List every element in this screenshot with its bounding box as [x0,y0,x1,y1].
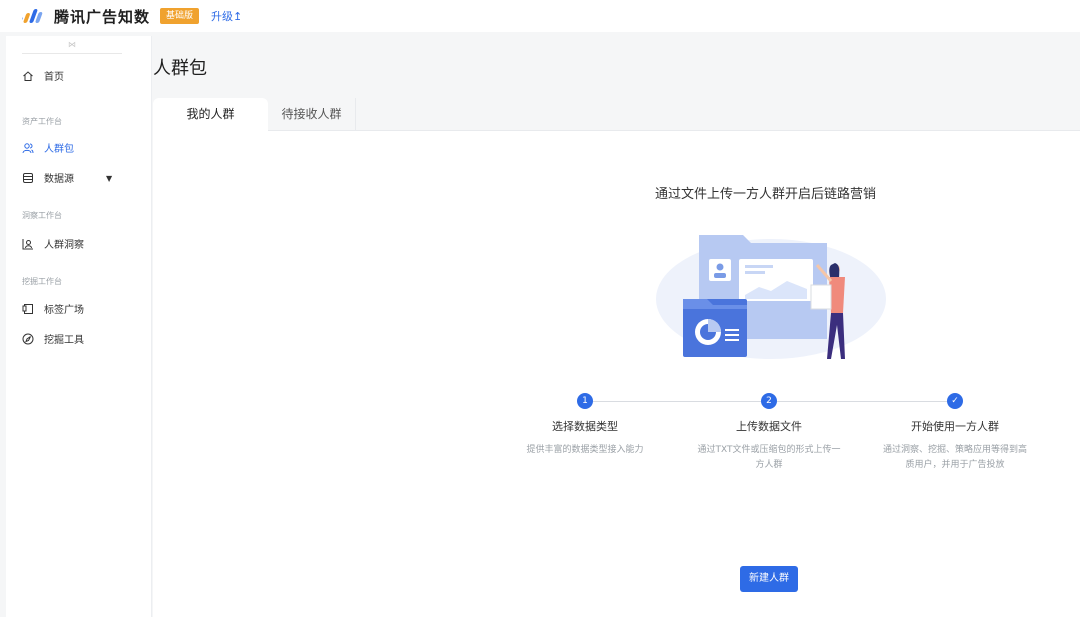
page-title: 人群包 [153,54,207,80]
step-connector [777,401,947,402]
new-audience-button[interactable]: 新建人群 [740,566,798,592]
sidebar-item-label: 数据源 [44,170,74,185]
mining-icon [22,333,34,345]
sidebar: ⋈ 首页 资产工作台 人群包 数据源 ▼ 洞察工作台 人群洞察 挖掘工作台 标签… [6,36,152,617]
step-2-title: 上传数据文件 [689,418,849,434]
step-3-indicator: ✓ [947,393,963,409]
step-1-title: 选择数据类型 [505,418,665,434]
section-label: 洞察工作台 [22,210,62,221]
sidebar-item-label: 人群包 [44,140,74,155]
step-connector [593,401,761,402]
tab-bar: 我的人群 待接收人群 [153,98,1080,131]
user-insight-icon [22,238,34,250]
step-3-desc: 通过洞察、挖掘、策略应用等得到高质用户，并用于广告投放 [880,443,1030,473]
edition-badge: 基础版 [160,8,199,24]
upgrade-link[interactable]: 升级↥ [211,8,242,24]
sidebar-item-tag-square[interactable]: 标签广场 [22,301,84,316]
users-icon [22,142,34,154]
tab-pending-audience[interactable]: 待接收人群 [268,98,356,131]
chevron-down-icon[interactable]: ▼ [106,174,112,183]
step-3-title: 开始使用一方人群 [875,418,1035,434]
tab-my-audience[interactable]: 我的人群 [153,98,268,131]
upload-illustration [651,229,891,369]
sidebar-item-data-source[interactable]: 数据源 [22,170,74,185]
sidebar-item-home[interactable]: 首页 [22,68,64,83]
logo[interactable]: 腾讯广告知数 [22,6,150,27]
logo-icon [22,9,44,23]
sidebar-item-label: 挖掘工具 [44,331,84,346]
section-label: 挖掘工作台 [22,276,62,287]
content-panel: 通过文件上传一方人群开启后链路营销 1 选择数据类型 提供丰富的数据类型接入能力… [153,131,1080,617]
sidebar-item-label: 人群洞察 [44,236,84,251]
empty-state-headline: 通过文件上传一方人群开启后链路营销 [655,183,876,202]
home-icon [22,70,34,82]
step-1-desc: 提供丰富的数据类型接入能力 [505,443,665,458]
section-label: 资产工作台 [22,116,62,127]
sidebar-item-audience-pack[interactable]: 人群包 [22,140,74,155]
step-2-desc: 通过TXT文件或压缩包的形式上传一方人群 [694,443,844,473]
tag-icon [22,303,34,315]
sidebar-item-label: 首页 [44,68,64,83]
brand-name: 腾讯广告知数 [54,6,150,27]
sidebar-item-audience-insight[interactable]: 人群洞察 [22,236,84,251]
sidebar-item-mining-tools[interactable]: 挖掘工具 [22,331,84,346]
sidebar-collapse-handle[interactable]: ⋈ [22,40,122,54]
step-1-indicator: 1 [577,393,593,409]
sidebar-item-label: 标签广场 [44,301,84,316]
step-2-indicator: 2 [761,393,777,409]
top-bar: 腾讯广告知数 基础版 升级↥ [0,0,1080,32]
database-icon [22,172,34,184]
